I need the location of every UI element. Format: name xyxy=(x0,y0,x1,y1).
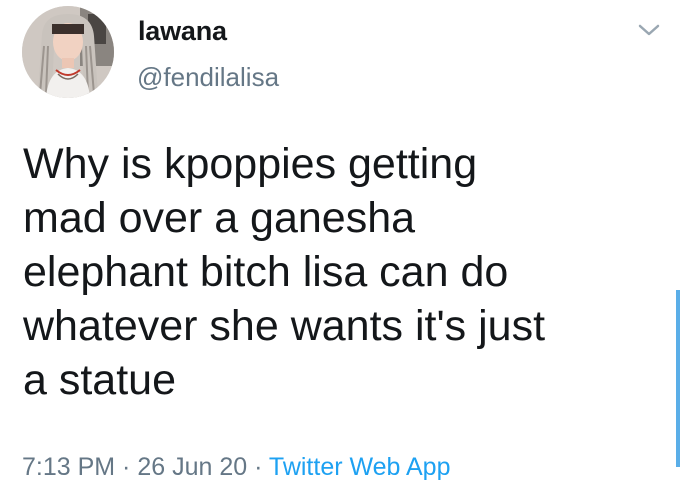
meta-separator: · xyxy=(254,453,269,481)
avatar[interactable] xyxy=(22,6,114,98)
tweet-text: Why is kpoppies getting mad over a ganes… xyxy=(23,140,546,404)
tweet-timestamp[interactable]: 7:13 PM · 26 Jun 20 xyxy=(22,453,247,481)
tweet-source[interactable]: Twitter Web App xyxy=(269,453,451,481)
avatar-photo xyxy=(22,6,114,98)
display-name[interactable]: lawana xyxy=(138,14,227,48)
scrollbar[interactable] xyxy=(676,290,680,467)
chevron-down-icon[interactable] xyxy=(636,20,662,40)
tweet-meta: 7:13 PM · 26 Jun 20 · Twitter Web App xyxy=(22,452,662,482)
user-handle[interactable]: @fendilalisa xyxy=(137,60,279,94)
tweet-card: lawana @fendilalisa Why is kpoppies gett… xyxy=(0,0,680,481)
